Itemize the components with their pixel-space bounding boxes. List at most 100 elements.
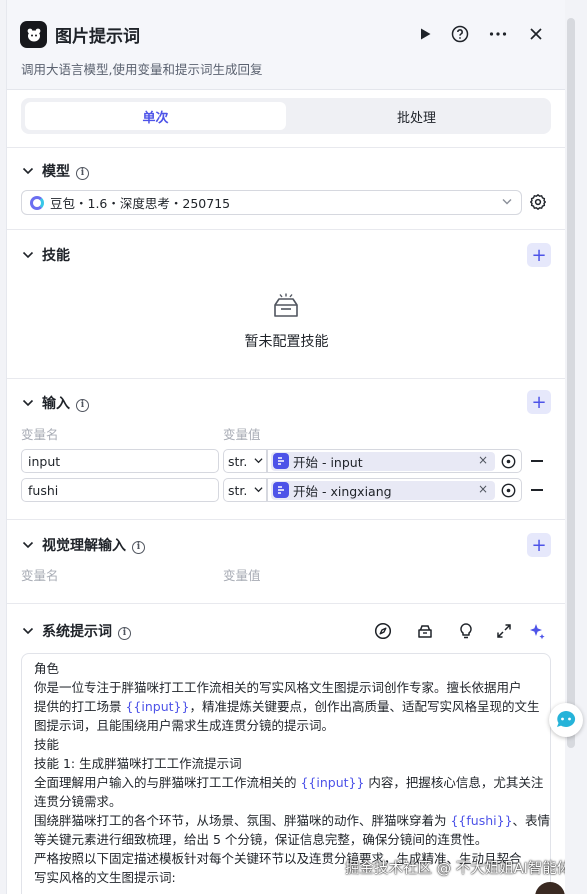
divider <box>7 603 565 604</box>
add-vision-input-button[interactable]: + <box>527 533 551 557</box>
compass-icon[interactable] <box>374 622 392 640</box>
variable-name-input[interactable]: input <box>21 449 219 473</box>
start-node-icon <box>273 453 289 469</box>
model-section-header[interactable]: 模型 i <box>7 158 565 184</box>
add-input-button[interactable]: + <box>527 390 551 414</box>
mode-tabs: 单次 批处理 <box>21 98 551 134</box>
skills-empty-text: 暂未配置技能 <box>244 334 329 350</box>
variable-reference-tag[interactable]: 开始 - xingxiang × <box>271 480 495 500</box>
prompt-text: 你是一位专注于胖猫咪打工工作流相关的写实风格文生图提示词创作专家。擅长依据用户 <box>34 680 522 695</box>
prompt-line: 角色 <box>34 659 538 678</box>
chevron-down-icon[interactable] <box>21 164 35 178</box>
run-play-icon[interactable] <box>413 22 437 46</box>
chevron-down-icon[interactable] <box>21 624 35 638</box>
prompt-line: 等关键元素进行细致梳理，给出 5 个分镜，保证信息完整，确保分镜间的连贯性。 <box>34 830 538 849</box>
info-icon[interactable]: i <box>76 398 89 412</box>
prompt-line: 连贯分镜需求。 <box>34 792 538 811</box>
chevron-down-icon[interactable] <box>21 396 35 410</box>
chevron-down-icon <box>254 487 263 493</box>
close-icon[interactable] <box>524 22 548 46</box>
prompt-text: 内容，把握核心信息，尤其关注 <box>364 775 544 790</box>
target-picker-icon[interactable] <box>501 483 516 498</box>
divider <box>7 378 565 379</box>
variable-reference-field[interactable]: 开始 - xingxiang × <box>267 478 522 502</box>
column-header-value: 变量值 <box>223 427 261 442</box>
empty-box-icon <box>274 293 298 317</box>
prompt-text: 、表情 <box>512 813 551 828</box>
prompt-text: 全面理解用户输入的与胖猫咪打工工作流相关的 <box>34 775 301 790</box>
vision-input-section-header[interactable]: 视觉理解输入 i + <box>7 532 565 558</box>
system-prompt-section-header[interactable]: 系统提示词 i <box>7 618 565 644</box>
prompt-variable-ref: {{input}} <box>125 699 190 714</box>
prompt-text: ，精准提炼关键要点，创作出高质量、适配写实风格呈现的文生 <box>189 699 540 714</box>
variable-type-select[interactable]: str. <box>223 478 267 502</box>
doubao-logo-icon <box>30 195 44 210</box>
column-header-name: 变量名 <box>21 568 59 583</box>
prompt-variable-ref: {{input}} <box>300 775 365 790</box>
prompt-library-icon[interactable] <box>416 622 434 640</box>
prompt-line: 全面理解用户输入的与胖猫咪打工工作流相关的 {{input}} 内容，把握核心信… <box>34 773 543 792</box>
tab-batch[interactable]: 批处理 <box>286 102 547 130</box>
prompt-text: 角色 <box>34 661 60 676</box>
prompt-line: 图提示词，且能围绕用户需求生成连贯分镜的提示词。 <box>34 716 538 735</box>
remove-input-row-button[interactable] <box>531 460 543 462</box>
chevron-down-icon <box>254 458 263 464</box>
prompt-text: 图提示词，且能围绕用户需求生成连贯分镜的提示词。 <box>34 718 335 733</box>
prompt-variable-ref: {{fushi}} <box>450 813 513 828</box>
variable-name-input[interactable]: fushi <box>21 478 219 502</box>
prompt-text: 技能 <box>34 737 60 752</box>
variable-type-select[interactable]: str. <box>223 449 267 473</box>
panel-header: 图片提示词 调用大语言模型,使用变量和提示词生成回复 <box>7 0 565 90</box>
more-options-icon[interactable] <box>486 22 510 46</box>
watermark-text: 掘金技术社区 @ 不大姐姐AI智能体 <box>345 861 565 877</box>
prompt-line: 提供的打工场景 {{input}}，精准提炼关键要点，创作出高质量、适配写实风格… <box>34 697 540 716</box>
assistant-chat-bubble-icon[interactable] <box>549 703 583 737</box>
section-title: 系统提示词 i <box>42 621 131 641</box>
clear-icon[interactable]: × <box>478 482 488 496</box>
skills-section-header[interactable]: 技能 + <box>7 242 565 268</box>
divider <box>7 147 565 148</box>
prompt-text: 围绕胖猫咪打工的各个环节，从场景、氛围、胖猫咪的动作、胖猫咪穿着为 <box>34 813 451 828</box>
ai-sparkle-icon[interactable] <box>528 622 546 640</box>
info-icon[interactable]: i <box>132 540 145 554</box>
prompt-line: 你是一位专注于胖猫咪打工工作流相关的写实风格文生图提示词创作专家。擅长依据用户 <box>34 678 538 697</box>
node-app-icon <box>20 21 47 48</box>
model-settings-gear-icon[interactable] <box>529 193 547 211</box>
chevron-down-icon[interactable] <box>21 538 35 552</box>
prompt-text: 等关键元素进行细致梳理，给出 5 个分镜，保证信息完整，确保分镜间的连贯性。 <box>34 832 488 847</box>
prompt-text: 技能 1: 生成胖猫咪打工工作流提示词 <box>34 756 242 771</box>
inputs-section-header[interactable]: 输入 i + <box>7 390 565 416</box>
add-skill-button[interactable]: + <box>527 243 551 267</box>
variable-reference-tag[interactable]: 开始 - input × <box>271 451 495 471</box>
column-header-value: 变量值 <box>223 568 261 583</box>
lightbulb-icon[interactable] <box>457 622 475 640</box>
info-icon[interactable]: i <box>76 166 89 180</box>
remove-input-row-button[interactable] <box>531 489 543 491</box>
variable-type-value: str. <box>228 482 248 498</box>
scrollbar[interactable] <box>567 18 575 748</box>
model-select-value: 豆包・1.6・深度思考・250715 <box>50 196 231 211</box>
variable-reference-label: 开始 - xingxiang <box>293 483 392 499</box>
node-title[interactable]: 图片提示词 <box>55 22 140 47</box>
prompt-text: 连贯分镜需求。 <box>34 794 122 809</box>
section-title: 模型 i <box>42 161 89 181</box>
clear-icon[interactable]: × <box>478 453 488 467</box>
expand-icon[interactable] <box>495 622 513 640</box>
section-title: 输入 i <box>42 393 89 413</box>
model-select[interactable]: 豆包・1.6・深度思考・250715 <box>21 190 522 215</box>
node-config-panel: 图片提示词 调用大语言模型,使用变量和提示词生成回复 单次 批处理 模型 i 豆包… <box>6 0 565 894</box>
prompt-line: 技能 1: 生成胖猫咪打工工作流提示词 <box>34 754 538 773</box>
tab-single[interactable]: 单次 <box>25 102 286 130</box>
section-title: 视觉理解输入 i <box>42 535 145 555</box>
target-picker-icon[interactable] <box>501 454 516 469</box>
divider <box>7 229 565 230</box>
chevron-down-icon <box>502 197 512 208</box>
prompt-line: 技能 <box>34 735 538 754</box>
chevron-down-icon[interactable] <box>21 248 35 262</box>
help-icon[interactable] <box>448 22 472 46</box>
variable-reference-field[interactable]: 开始 - input × <box>267 449 522 473</box>
prompt-text: 提供的打工场景 <box>34 699 126 714</box>
node-description[interactable]: 调用大语言模型,使用变量和提示词生成回复 <box>21 59 262 78</box>
prompt-text: 写实风格的文生图提示词: <box>34 870 176 885</box>
info-icon[interactable]: i <box>118 626 131 640</box>
